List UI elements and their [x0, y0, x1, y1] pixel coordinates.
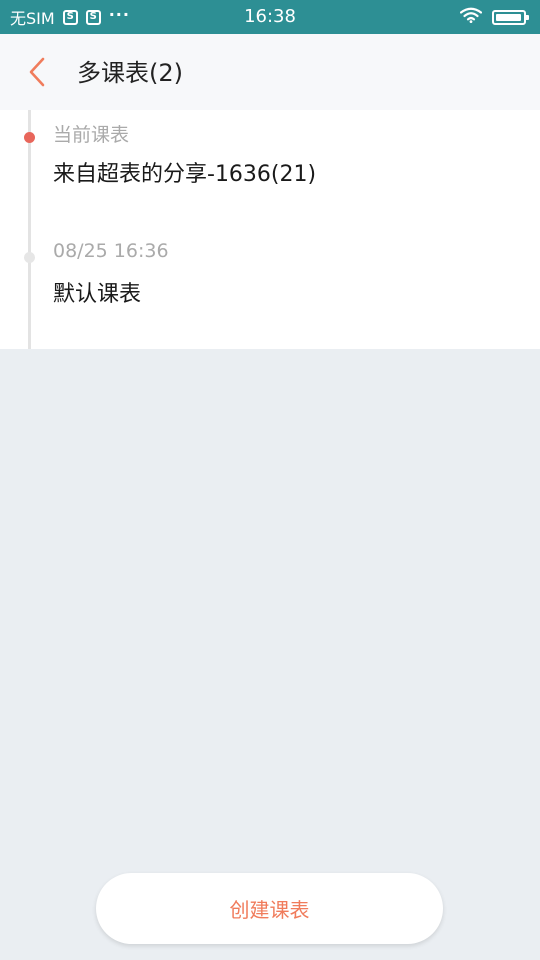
battery-level: [496, 13, 521, 21]
schedule-item-current[interactable]: 当前课表 来自超表的分享-1636(21): [0, 110, 540, 230]
schedule-meta: 当前课表: [53, 124, 130, 146]
battery-icon: [492, 9, 529, 25]
chevron-left-icon: [29, 57, 45, 87]
schedule-meta: 08/25 16:36: [53, 240, 169, 262]
schedule-item[interactable]: 08/25 16:36 默认课表: [0, 230, 540, 349]
status-bar: 无SIM S S ··· 16:38: [0, 0, 540, 34]
create-schedule-button[interactable]: 创建课表: [96, 873, 443, 944]
schedule-name: 来自超表的分享-1636(21): [53, 162, 317, 187]
status-right: [459, 0, 529, 34]
wifi-icon: [459, 7, 483, 27]
schedule-name: 默认课表: [53, 282, 142, 307]
schedule-list: 当前课表 来自超表的分享-1636(21) 08/25 16:36 默认课表: [0, 110, 540, 349]
page-title: 多课表(2): [77, 59, 183, 87]
clock: 16:38: [244, 6, 296, 27]
back-button[interactable]: [22, 54, 52, 90]
timeline-dot-current: [24, 132, 35, 143]
app-header: 多课表(2): [0, 34, 540, 110]
timeline-dot: [24, 252, 35, 263]
